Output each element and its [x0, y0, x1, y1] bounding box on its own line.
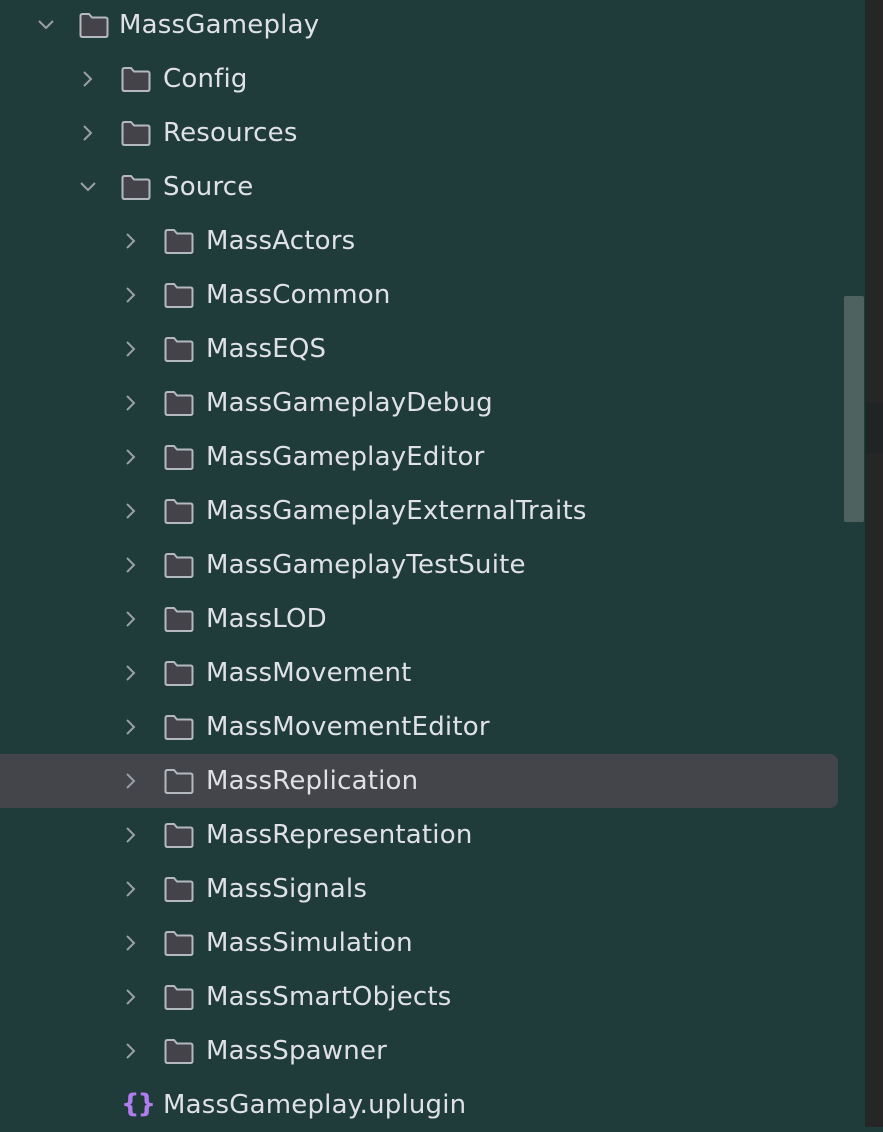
- tree-item-label: MassLOD: [206, 604, 327, 634]
- folder-icon: [163, 605, 195, 633]
- chevron-right-icon[interactable]: [121, 447, 141, 467]
- folder-icon: [120, 119, 152, 147]
- folder-icon: [163, 659, 195, 687]
- side-panel-edge: [865, 0, 883, 1127]
- folder-icon: [163, 227, 195, 255]
- tree-item-label: MassEQS: [206, 334, 327, 364]
- folder-icon: [163, 389, 195, 417]
- chevron-right-icon[interactable]: [121, 339, 141, 359]
- tree-item-label: MassSimulation: [206, 928, 413, 958]
- tree-item-label: MassGameplay.uplugin: [163, 1090, 467, 1120]
- tree-item-label: MassSignals: [206, 874, 368, 904]
- tree-item-label: MassRepresentation: [206, 820, 473, 850]
- folder-icon: [163, 281, 195, 309]
- folder-icon: [163, 767, 195, 795]
- folder-icon: [163, 335, 195, 363]
- tree-item-file[interactable]: {} MassGameplay.uplugin: [0, 1078, 838, 1132]
- tree-item-label: MassGameplay: [119, 10, 320, 40]
- chevron-right-icon[interactable]: [121, 285, 141, 305]
- chevron-right-icon[interactable]: [121, 933, 141, 953]
- tree-item-folder[interactable]: MassMovementEditor: [0, 700, 838, 754]
- chevron-right-icon[interactable]: [121, 717, 141, 737]
- chevron-down-icon[interactable]: [78, 177, 98, 197]
- tree-item-folder[interactable]: MassLOD: [0, 592, 838, 646]
- chevron-right-icon[interactable]: [78, 123, 98, 143]
- chevron-down-icon[interactable]: [36, 15, 56, 35]
- chevron-right-icon[interactable]: [121, 555, 141, 575]
- tree-item-label: Source: [163, 172, 254, 202]
- tree-item-folder[interactable]: MassReplication: [0, 754, 838, 808]
- tree-item-label: MassReplication: [206, 766, 419, 796]
- folder-icon: [163, 875, 195, 903]
- tree-item-folder[interactable]: MassGameplayEditor: [0, 430, 838, 484]
- tree-item-label: MassActors: [206, 226, 356, 256]
- folder-icon: [120, 65, 152, 93]
- json-file-icon: {}: [121, 1089, 156, 1119]
- folder-icon: [163, 551, 195, 579]
- tree-item-label: MassMovement: [206, 658, 412, 688]
- tree-item-label: MassSpawner: [206, 1036, 388, 1066]
- side-panel-strip: [866, 403, 883, 453]
- folder-icon: [163, 443, 195, 471]
- tree-item-folder[interactable]: MassSimulation: [0, 916, 838, 970]
- chevron-right-icon[interactable]: [121, 771, 141, 791]
- tree-item-folder[interactable]: MassSignals: [0, 862, 838, 916]
- chevron-right-icon[interactable]: [121, 231, 141, 251]
- chevron-right-icon[interactable]: [121, 879, 141, 899]
- tree-item-folder[interactable]: MassGameplayTestSuite: [0, 538, 838, 592]
- tree-item-folder[interactable]: MassMovement: [0, 646, 838, 700]
- tree-item-label: MassGameplayExternalTraits: [206, 496, 587, 526]
- tree-item-folder[interactable]: MassGameplay: [0, 0, 838, 52]
- tree-item-folder[interactable]: MassGameplayExternalTraits: [0, 484, 838, 538]
- chevron-right-icon[interactable]: [121, 987, 141, 1007]
- project-tree: MassGameplay Config Resources Source MassAct…: [0, 0, 865, 1127]
- tree-item-label: Config: [163, 64, 248, 94]
- tree-item-folder[interactable]: MassGameplayDebug: [0, 376, 838, 430]
- chevron-right-icon[interactable]: [121, 501, 141, 521]
- tree-item-label: MassGameplayTestSuite: [206, 550, 526, 580]
- folder-icon: [78, 11, 110, 39]
- tree-item-label: MassGameplayEditor: [206, 442, 485, 472]
- tree-item-folder[interactable]: MassEQS: [0, 322, 838, 376]
- tree-item-folder[interactable]: MassRepresentation: [0, 808, 838, 862]
- chevron-right-icon[interactable]: [121, 663, 141, 683]
- tree-item-label: MassGameplayDebug: [206, 388, 493, 418]
- tree-item-folder[interactable]: MassSpawner: [0, 1024, 838, 1078]
- chevron-right-icon[interactable]: [121, 393, 141, 413]
- folder-icon: [163, 983, 195, 1011]
- chevron-right-icon[interactable]: [78, 69, 98, 89]
- folder-icon: [120, 173, 152, 201]
- chevron-right-icon[interactable]: [121, 609, 141, 629]
- chevron-right-icon[interactable]: [121, 1041, 141, 1061]
- tree-item-label: MassSmartObjects: [206, 982, 452, 1012]
- chevron-right-icon[interactable]: [121, 825, 141, 845]
- tree-item-folder[interactable]: MassActors: [0, 214, 838, 268]
- tree-item-folder[interactable]: Source: [0, 160, 838, 214]
- folder-icon: [163, 929, 195, 957]
- tree-item-label: MassCommon: [206, 280, 391, 310]
- vertical-scrollbar-thumb[interactable]: [844, 296, 864, 522]
- folder-icon: [163, 713, 195, 741]
- folder-icon: [163, 497, 195, 525]
- tree-item-label: MassMovementEditor: [206, 712, 490, 742]
- tree-item-folder[interactable]: MassSmartObjects: [0, 970, 838, 1024]
- folder-icon: [163, 1037, 195, 1065]
- tree-item-folder[interactable]: MassCommon: [0, 268, 838, 322]
- tree-item-folder[interactable]: Config: [0, 52, 838, 106]
- tree-item-label: Resources: [163, 118, 298, 148]
- vertical-scrollbar-track[interactable]: [842, 0, 865, 1127]
- folder-icon: [163, 821, 195, 849]
- tree-item-folder[interactable]: Resources: [0, 106, 838, 160]
